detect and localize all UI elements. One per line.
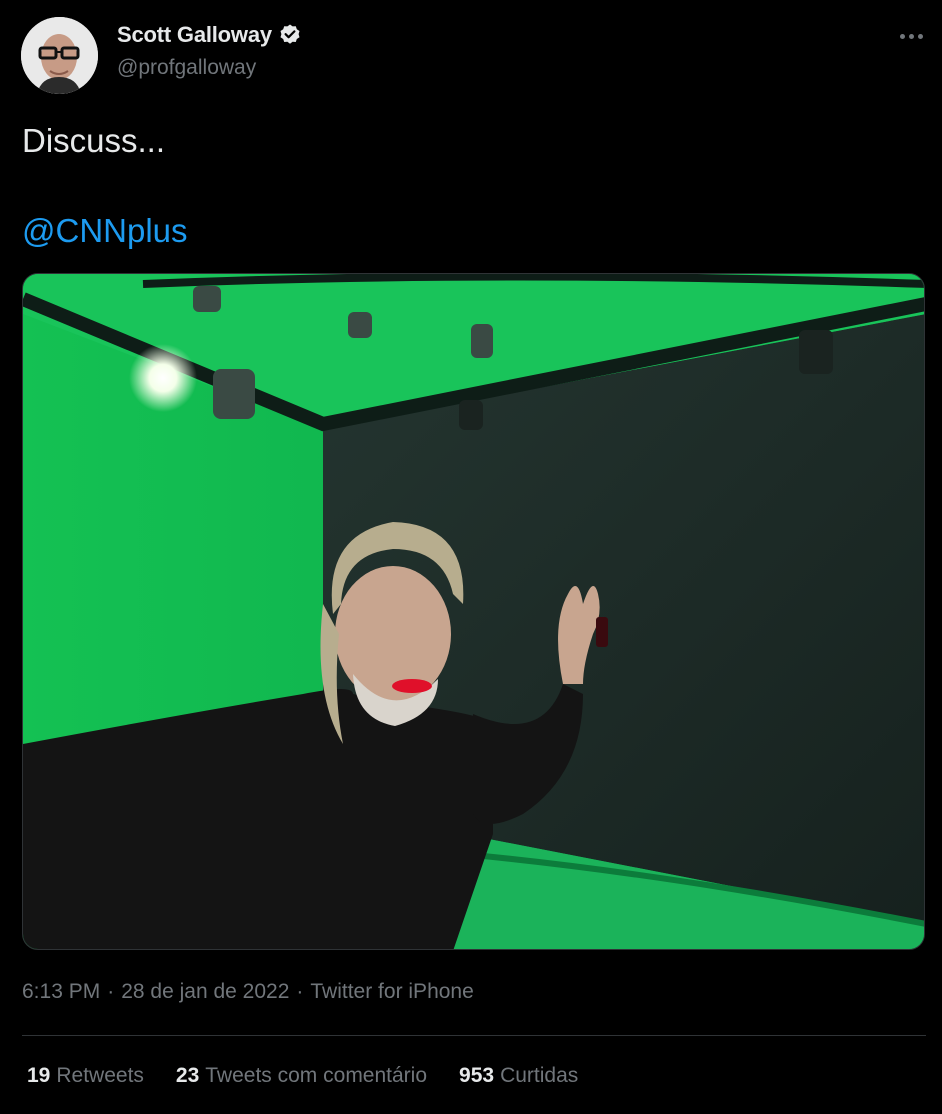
meta-separator: ·	[296, 980, 304, 1003]
more-dot-icon	[917, 33, 923, 39]
more-dot-icon	[899, 33, 905, 39]
avatar[interactable]	[21, 17, 98, 94]
tweet-photo[interactable]	[22, 273, 925, 950]
likes-stat[interactable]: 953 Curtidas	[459, 1064, 578, 1088]
retweets-stat[interactable]: 19 Retweets	[27, 1064, 144, 1088]
tweet-text: Discuss...	[22, 122, 166, 159]
quote-tweets-count: 23	[175, 1064, 200, 1087]
author-handle[interactable]: @profgalloway	[117, 56, 256, 80]
tweet-time[interactable]: 6:13 PM	[22, 980, 100, 1004]
divider	[22, 1035, 926, 1036]
tweet-source[interactable]: Twitter for iPhone	[310, 980, 473, 1004]
photo	[23, 274, 924, 949]
quote-tweets-stat[interactable]: 23 Tweets com comentário	[176, 1064, 427, 1088]
author-display-name[interactable]: Scott Galloway	[117, 22, 272, 48]
meta-separator: ·	[107, 980, 115, 1003]
quote-tweets-label: Tweets com comentário	[205, 1064, 428, 1087]
likes-label: Curtidas	[500, 1064, 579, 1087]
verified-badge-icon	[280, 24, 300, 44]
tweet-metadata: 6:13 PM · 28 de jan de 2022 · Twitter fo…	[22, 980, 474, 1004]
more-dot-icon	[908, 33, 914, 39]
likes-count: 953	[459, 1064, 495, 1087]
tweet-date[interactable]: 28 de jan de 2022	[121, 980, 289, 1004]
retweets-count: 19	[27, 1064, 51, 1087]
author-name-row[interactable]: Scott Galloway	[117, 22, 302, 48]
retweets-label: Retweets	[56, 1064, 144, 1087]
mention-link[interactable]: @CNNplus	[22, 210, 188, 252]
avatar-image	[21, 17, 98, 94]
tweet-stats: 19 Retweets 23 Tweets com comentário 953…	[27, 1064, 578, 1088]
more-options-button[interactable]	[896, 24, 926, 48]
